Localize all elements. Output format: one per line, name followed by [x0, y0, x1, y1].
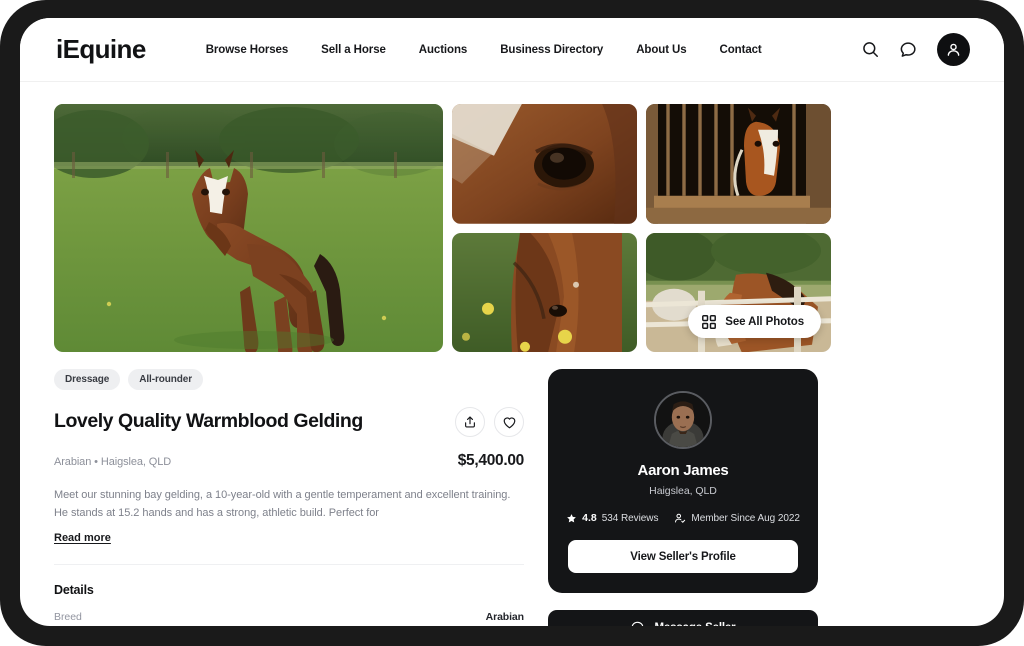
see-all-photos-label: See All Photos — [725, 315, 804, 328]
favorite-button[interactable] — [494, 407, 524, 437]
site-header: iEquine Browse Horses Sell a Horse Aucti… — [20, 18, 1004, 82]
page-title: Lovely Quality Warmblood Gelding — [54, 410, 363, 433]
seller-rating: 4.8 534 Reviews — [566, 512, 658, 524]
tag-all-rounder[interactable]: All-rounder — [128, 369, 204, 390]
heart-icon — [503, 416, 515, 428]
seller-name: Aaron James — [637, 462, 729, 479]
horse-grazing-flowers-image — [452, 232, 637, 352]
seller-stats: 4.8 534 Reviews Member Since Aug 2022 — [566, 512, 800, 524]
gallery-thumb-column-left — [452, 104, 637, 352]
photo-gallery: See All Photos — [54, 104, 970, 352]
nav-item-sell-a-horse[interactable]: Sell a Horse — [321, 44, 386, 56]
main-navigation: Browse Horses Sell a Horse Auctions Busi… — [206, 44, 762, 56]
search-icon[interactable] — [859, 39, 881, 61]
listing-actions — [455, 407, 524, 437]
header-actions — [859, 33, 970, 66]
details-heading: Details — [54, 582, 94, 597]
gallery-hero-photo[interactable] — [54, 104, 443, 352]
user-avatar-icon[interactable] — [937, 33, 970, 66]
listing-price: $5,400.00 — [457, 452, 525, 469]
horse-pasture-image — [54, 104, 443, 352]
nav-item-business-directory[interactable]: Business Directory — [500, 44, 603, 56]
reviews-count: 534 Reviews — [601, 512, 659, 524]
seller-portrait-image — [656, 393, 710, 447]
seller-card: Aaron James Haigslea, QLD 4.8 534 Review… — [548, 369, 818, 593]
listing-description: Meet our stunning bay gelding, a 10-year… — [54, 489, 511, 519]
detail-label: Breed — [54, 610, 82, 623]
avatar[interactable] — [654, 391, 712, 449]
brand-logo[interactable]: iEquine — [56, 34, 146, 65]
listing-content: Dressage All-rounder Lovely Quality Warm… — [54, 369, 970, 626]
seller-member-since: Member Since Aug 2022 — [674, 512, 800, 524]
message-seller-label: Message Seller — [654, 622, 735, 627]
page-content: See All Photos Dressage All-rounder Love… — [20, 104, 1004, 626]
listing-tags: Dressage All-rounder — [54, 369, 524, 390]
chat-bubble-icon — [632, 621, 644, 626]
nav-item-browse-horses[interactable]: Browse Horses — [206, 44, 289, 56]
nav-item-auctions[interactable]: Auctions — [419, 44, 468, 56]
seller-sidebar: Aaron James Haigslea, QLD 4.8 534 Review… — [548, 369, 818, 626]
listing-main-column: Dressage All-rounder Lovely Quality Warm… — [54, 369, 524, 626]
gallery-thumb-4[interactable]: See All Photos — [646, 232, 831, 352]
share-icon — [465, 416, 475, 428]
section-divider — [54, 563, 524, 565]
chat-bubble-icon[interactable] — [897, 39, 919, 61]
gallery-thumbnail-grid: See All Photos — [452, 104, 970, 352]
read-more-link[interactable]: Read more — [54, 532, 111, 544]
detail-row: Breed Arabian — [54, 611, 524, 623]
gallery-thumb-column-right: See All Photos — [646, 104, 831, 352]
listing-title-row: Lovely Quality Warmblood Gelding — [54, 407, 524, 437]
see-all-photos-button[interactable]: See All Photos — [688, 305, 821, 338]
member-since-text: Member Since Aug 2022 — [691, 512, 800, 524]
star-icon — [567, 513, 576, 522]
share-button[interactable] — [455, 407, 485, 437]
user-check-icon — [675, 513, 686, 523]
horse-eye-closeup-image — [452, 104, 637, 224]
device-bezel: iEquine Browse Horses Sell a Horse Aucti… — [0, 0, 1024, 646]
browser-viewport: iEquine Browse Horses Sell a Horse Aucti… — [20, 18, 1004, 626]
grid-icon — [702, 314, 717, 329]
rating-value: 4.8 — [582, 512, 597, 524]
gallery-thumb-1[interactable] — [452, 104, 637, 224]
message-seller-button[interactable]: Message Seller — [548, 610, 818, 626]
horse-in-stable-image — [646, 104, 831, 224]
listing-meta-row: Arabian • Haigslea, QLD $5,400.00 — [54, 452, 524, 470]
gallery-thumb-3[interactable] — [452, 232, 637, 352]
listing-breed-location: Arabian • Haigslea, QLD — [54, 456, 172, 468]
tag-dressage[interactable]: Dressage — [54, 369, 121, 390]
nav-item-about-us[interactable]: About Us — [636, 44, 686, 56]
view-seller-profile-button[interactable]: View Seller's Profile — [568, 540, 798, 573]
seller-location: Haigslea, QLD — [649, 485, 717, 497]
detail-value: Arabian — [485, 610, 525, 623]
gallery-thumb-2[interactable] — [646, 104, 831, 224]
nav-item-contact[interactable]: Contact — [720, 44, 762, 56]
